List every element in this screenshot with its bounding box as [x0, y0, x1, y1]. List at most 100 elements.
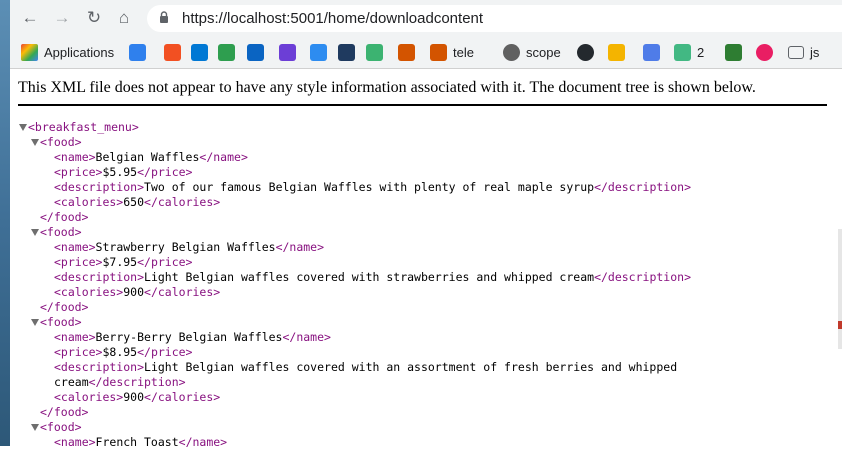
bookmark-github[interactable] — [577, 40, 600, 64]
z-icon — [310, 43, 327, 61]
xml-open-tag: <food> — [40, 135, 82, 149]
xml-text-value: cream — [54, 375, 89, 389]
xml-style-notice: This XML file does not appear to have an… — [18, 79, 827, 106]
bookmark-tree[interactable] — [366, 40, 389, 64]
xml-text-value: Light Belgian waffles covered with straw… — [144, 270, 595, 284]
lock-icon — [160, 11, 168, 23]
xml-open-tag: <calories> — [54, 285, 124, 299]
bookmark-windows[interactable] — [608, 40, 631, 64]
chart-icon — [725, 43, 742, 61]
xml-open-tag: <name> — [54, 150, 96, 164]
xml-open-tag: <name> — [54, 435, 96, 449]
xml-text-value: Belgian Waffles — [95, 150, 200, 164]
xml-close-tag: </calories> — [144, 285, 221, 299]
xml-text-value: 900 — [123, 390, 145, 404]
bookmark-outlook[interactable] — [247, 40, 270, 64]
xml-open-tag: </food> — [40, 405, 89, 419]
xml-open-tag: </food> — [40, 300, 89, 314]
scrollbar[interactable] — [838, 229, 842, 349]
scrollbar-marker — [838, 321, 842, 329]
github-icon — [577, 43, 594, 61]
bookmark-applications[interactable]: Applications — [21, 40, 114, 64]
xml-close-tag: </name> — [275, 240, 325, 254]
collapse-toggle-icon[interactable] — [31, 319, 39, 326]
xml-text-value: Light Belgian waffles covered with an as… — [144, 360, 678, 374]
xml-open-tag: <description> — [54, 360, 145, 374]
vue-icon — [674, 43, 691, 61]
bookmark-chart[interactable] — [725, 40, 748, 64]
xml-open-tag: <description> — [54, 270, 145, 284]
bookmark-microsoft[interactable] — [164, 40, 187, 64]
bookmark-label: scope — [526, 44, 561, 60]
xml-text-value: $5.95 — [102, 165, 138, 179]
xml-close-tag: </calories> — [144, 195, 221, 209]
bookmark-play[interactable] — [756, 40, 779, 64]
xml-close-tag: </price> — [137, 345, 193, 359]
xml-close-tag: </name> — [282, 330, 331, 344]
navigation-bar: ← → ↻ ⌂ https://localhost:5001/home/down… — [10, 0, 842, 36]
reload-icon[interactable]: ↻ — [84, 8, 104, 28]
windows-icon — [608, 43, 625, 61]
bookmark-js[interactable]: js — [788, 40, 819, 64]
page-content: This XML file does not appear to have an… — [10, 69, 842, 449]
xml-open-tag: <food> — [40, 225, 82, 239]
xml-open-tag: <price> — [54, 165, 103, 179]
xml-text-value: $8.95 — [102, 345, 138, 359]
collapse-toggle-icon[interactable] — [31, 424, 39, 431]
bookmark-cube[interactable] — [218, 40, 241, 64]
xml-open-tag: <name> — [54, 240, 96, 254]
vscode-icon — [191, 43, 208, 61]
home-icon[interactable]: ⌂ — [114, 8, 134, 28]
bookmark-vscode[interactable] — [191, 40, 214, 64]
bookmark-tele[interactable]: tele — [430, 40, 474, 64]
xml-open-tag: <name> — [54, 330, 96, 344]
xml-text-value: 900 — [123, 285, 145, 299]
diamond-icon — [338, 43, 355, 61]
bookmark-cloud[interactable] — [129, 40, 152, 64]
bookmark-label: js — [810, 44, 820, 60]
xml-open-tag: <food> — [40, 420, 82, 434]
xml-text-value: $7.95 — [102, 255, 138, 269]
collapse-toggle-icon[interactable] — [31, 229, 39, 236]
xml-close-tag: </name> — [178, 435, 228, 449]
collapse-toggle-icon[interactable] — [19, 124, 27, 131]
vue-icon — [643, 43, 660, 61]
xml-text-value: 650 — [123, 195, 145, 209]
xml-close-tag: </name> — [199, 150, 248, 164]
xml-open-tag: </food> — [40, 210, 89, 224]
folder-icon — [788, 45, 804, 59]
url-text: https://localhost:5001/home/downloadcont… — [182, 10, 484, 27]
collapse-toggle-icon[interactable] — [31, 139, 39, 146]
bookmark-lightning[interactable] — [279, 40, 302, 64]
outlook-icon — [247, 43, 264, 61]
forward-arrow-icon[interactable]: → — [52, 8, 72, 28]
xml-close-tag: </description> — [594, 180, 691, 194]
bookmark-vue[interactable] — [643, 40, 666, 64]
bookmark-label: Applications — [44, 44, 115, 60]
back-arrow-icon[interactable]: ← — [20, 8, 40, 28]
bookmark-scope[interactable]: scope — [503, 40, 561, 64]
xml-text-value: Two of our famous Belgian Waffles with p… — [144, 180, 595, 194]
bookmark-diamond[interactable] — [338, 40, 361, 64]
xml-close-tag: </description> — [88, 375, 186, 389]
browser-chrome: ← → ↻ ⌂ https://localhost:5001/home/down… — [10, 0, 842, 69]
bookmark-label: tele — [453, 44, 474, 60]
xml-text-value: Strawberry Belgian Waffles — [95, 240, 276, 254]
address-bar[interactable]: https://localhost:5001/home/downloadcont… — [147, 5, 842, 32]
globe-icon — [503, 43, 520, 61]
xml-open-tag: <breakfast_menu> — [28, 120, 139, 134]
xml-open-tag: <price> — [54, 345, 103, 359]
bookmark-2[interactable]: 2 — [674, 40, 704, 64]
cloud-icon — [129, 43, 146, 61]
microsoft-icon — [164, 43, 181, 61]
bookmark-crest[interactable] — [398, 40, 421, 64]
lightning-icon — [279, 43, 296, 61]
bookmark-label: 2 — [697, 44, 705, 60]
desktop-background-strip — [0, 0, 10, 446]
xml-open-tag: <description> — [54, 180, 145, 194]
tree-icon — [366, 43, 383, 61]
crest-icon — [398, 43, 415, 61]
xml-open-tag: <food> — [40, 315, 82, 329]
crest-icon — [430, 43, 447, 61]
bookmark-z[interactable] — [310, 40, 333, 64]
